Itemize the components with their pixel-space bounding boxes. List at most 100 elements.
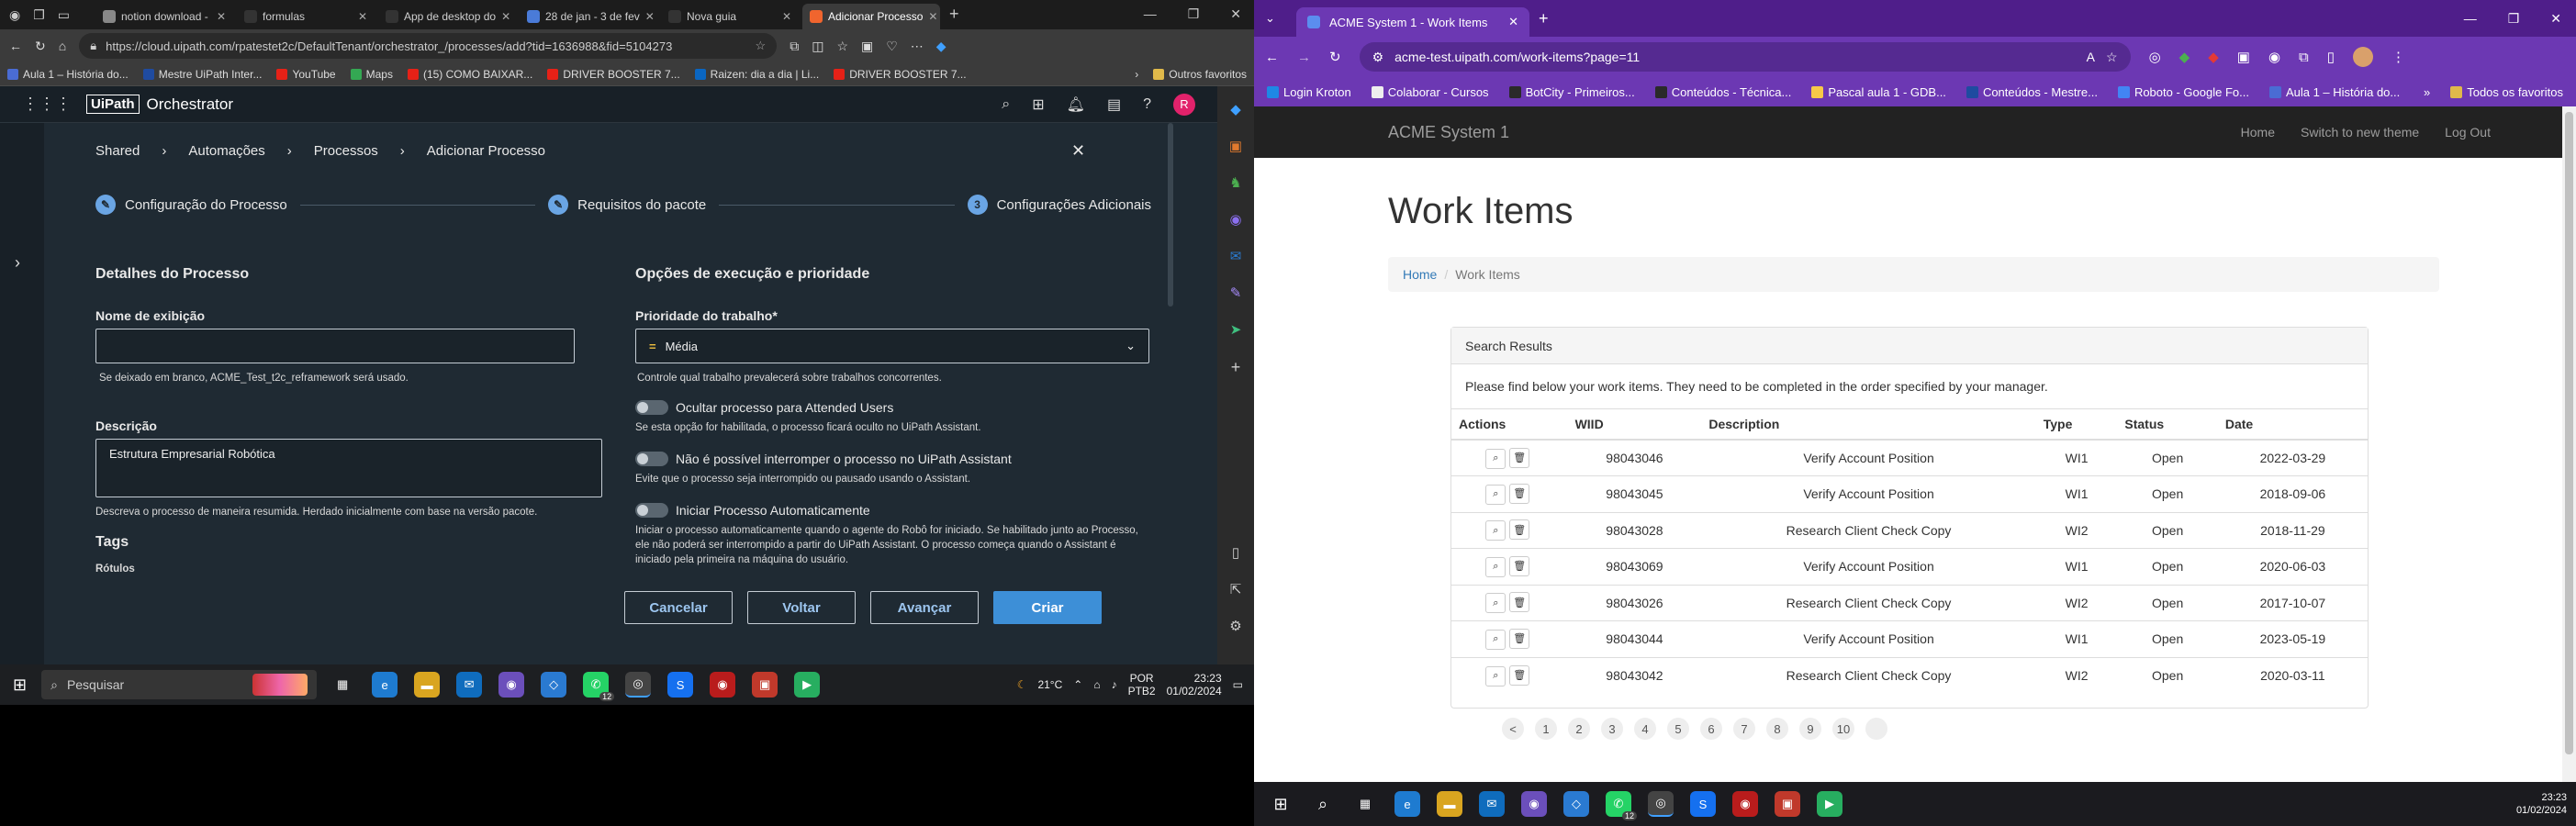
hide-sidebar-icon[interactable]: ▯ (1232, 544, 1239, 561)
bookmark-item[interactable]: Maps (350, 68, 393, 81)
bookmark-item[interactable]: Colaborar - Cursos (1371, 85, 1489, 99)
delete-item-button[interactable]: 🗑︎ (1509, 664, 1530, 686)
page-link[interactable]: 2 (1568, 718, 1590, 740)
red-app-icon[interactable]: ◉ (710, 672, 736, 698)
volume-icon[interactable]: ♪ (1112, 678, 1117, 691)
uipath-studio-icon[interactable]: S (1690, 791, 1716, 817)
file-explorer-icon[interactable]: ▬ (414, 672, 441, 698)
tab-actions-icon[interactable]: ⌄ (1265, 11, 1275, 26)
panel-scrollbar[interactable] (1168, 123, 1173, 307)
close-tab-icon[interactable]: ✕ (645, 10, 655, 23)
green-app-icon[interactable]: ▶ (794, 672, 821, 698)
notifications-center-icon[interactable]: ▭ (1233, 678, 1243, 691)
weather-temp[interactable]: 21°C (1037, 678, 1062, 691)
scrollbar-thumb[interactable] (2565, 112, 2573, 754)
toggle-switch[interactable] (635, 400, 668, 415)
bookmarks-overflow-icon[interactable]: » (2424, 85, 2430, 99)
settings-icon[interactable]: ⚙ (1229, 618, 1241, 634)
all-bookmarks[interactable]: Todos os favoritos (2450, 85, 2563, 99)
sidebar-icon[interactable]: ▯ (2327, 49, 2335, 65)
workspaces-icon[interactable]: ❐ (33, 7, 45, 23)
mail-icon[interactable]: ✉ (1479, 791, 1505, 817)
drop-icon[interactable]: ➤ (1230, 321, 1242, 338)
bookmark-item[interactable]: Raizen: dia a dia | Li... (694, 68, 819, 81)
nav-home[interactable]: Home (2241, 125, 2275, 140)
breadcrumb-processos[interactable]: Processos (314, 143, 378, 159)
extension-3-icon[interactable]: ◆ (2208, 49, 2219, 65)
description-textarea[interactable]: Estrutura Empresarial Robótica (95, 439, 602, 497)
new-tab-button[interactable]: + (949, 5, 959, 24)
view-item-button[interactable]: ⌕ (1485, 593, 1506, 614)
more-options-icon[interactable]: ⋮ (2391, 49, 2405, 65)
forward-icon[interactable]: → (1297, 50, 1311, 65)
tools-icon[interactable]: ▣ (1229, 138, 1242, 154)
bookmark-item[interactable]: Aula 1 – História do... (7, 68, 129, 81)
favorites-icon[interactable]: ☆ (836, 39, 848, 54)
breadcrumb-home[interactable]: Home (1403, 267, 1437, 282)
shopping-icon[interactable]: ◆ (1230, 101, 1241, 117)
edge-taskbar-icon[interactable]: e (1394, 791, 1420, 817)
github-desktop-icon[interactable]: ◉ (1521, 791, 1547, 817)
view-item-button[interactable]: ⌕ (1485, 629, 1506, 650)
display-name-input[interactable] (95, 329, 575, 363)
notifications-icon[interactable]: 🔔︎ (1067, 95, 1085, 114)
browser-tab[interactable]: notion download - ✕ (95, 4, 233, 29)
vscode-icon[interactable]: ◇ (541, 672, 567, 698)
view-item-button[interactable]: ⌕ (1485, 448, 1506, 469)
step-2-label[interactable]: Requisitos do pacote (577, 197, 706, 213)
mail-icon[interactable]: ✉ (456, 672, 483, 698)
add-icon[interactable]: ⊞ (1032, 95, 1044, 114)
step-1-label[interactable]: Configuração do Processo (125, 197, 287, 213)
split-screen-icon[interactable]: ◫ (812, 39, 823, 54)
home-icon[interactable]: ⌂ (59, 39, 66, 53)
bookmark-item[interactable]: (15) COMO BAIXAR... (407, 68, 532, 81)
page-link[interactable]: 8 (1766, 718, 1788, 740)
page-link[interactable] (1865, 718, 1887, 740)
task-view-icon[interactable]: ▦ (330, 672, 355, 698)
reload-icon[interactable]: ↻ (35, 39, 46, 54)
task-view-icon[interactable]: ▦ (1352, 791, 1378, 817)
recorder-icon[interactable]: ▣ (752, 672, 778, 698)
maximize-icon[interactable]: ❐ (2508, 11, 2520, 27)
back-icon[interactable]: ← (9, 39, 22, 53)
page-link[interactable]: 9 (1799, 718, 1821, 740)
view-item-button[interactable]: ⌕ (1485, 484, 1506, 505)
minimize-icon[interactable]: — (2464, 11, 2477, 27)
nav-logout[interactable]: Log Out (2445, 125, 2491, 140)
extensions-icon[interactable]: ⧉ (790, 39, 799, 54)
close-tab-icon[interactable]: ✕ (358, 10, 367, 23)
favorite-star-icon[interactable]: ☆ (756, 39, 767, 53)
search-icon[interactable]: ⌕ (1002, 96, 1010, 113)
view-item-button[interactable]: ⌕ (1485, 520, 1506, 541)
taskbar-search[interactable]: ⌕ Pesquisar (41, 670, 318, 699)
close-window-icon[interactable]: ✕ (1230, 6, 1241, 22)
tray-overflow-icon[interactable]: ⌃ (1073, 678, 1082, 691)
bookmark-item[interactable]: YouTube (276, 68, 336, 81)
chrome-icon[interactable]: ◎ (625, 672, 652, 698)
help-icon[interactable]: ? (1143, 96, 1151, 113)
reload-icon[interactable]: ↻ (1329, 49, 1341, 65)
close-tab-icon[interactable]: ✕ (501, 10, 510, 23)
page-scrollbar[interactable] (2562, 106, 2576, 782)
back-button[interactable]: Voltar (747, 591, 856, 624)
app-launcher-icon[interactable]: ⋮⋮⋮ (22, 95, 72, 114)
delete-item-button[interactable]: 🗑︎ (1509, 519, 1530, 541)
page-link[interactable]: 6 (1700, 718, 1722, 740)
outlook-icon[interactable]: ✉ (1230, 248, 1242, 264)
vscode-icon[interactable]: ◇ (1563, 791, 1589, 817)
delete-item-button[interactable]: 🗑︎ (1509, 628, 1530, 649)
browser-essentials-icon[interactable]: ♡ (886, 39, 898, 54)
breadcrumb-automacoes[interactable]: Automações (188, 143, 264, 159)
windows-start-icon[interactable]: ⊞ (1268, 791, 1294, 817)
page-link[interactable]: 3 (1601, 718, 1623, 740)
next-button[interactable]: Avançar (870, 591, 979, 624)
acme-brand[interactable]: ACME System 1 (1388, 123, 1509, 142)
site-info-icon[interactable]: ⚙ (1372, 50, 1384, 65)
profile-icon[interactable]: ◉ (9, 7, 20, 23)
translate-icon[interactable]: A (2087, 50, 2095, 64)
delete-item-button[interactable]: 🗑︎ (1509, 483, 1530, 504)
cancel-button[interactable]: Cancelar (624, 591, 733, 624)
favorites-overflow-icon[interactable]: › (1135, 68, 1138, 81)
designer-icon[interactable]: ✎ (1230, 285, 1242, 301)
browser-tab[interactable]: App de desktop do ✕ (378, 4, 516, 29)
